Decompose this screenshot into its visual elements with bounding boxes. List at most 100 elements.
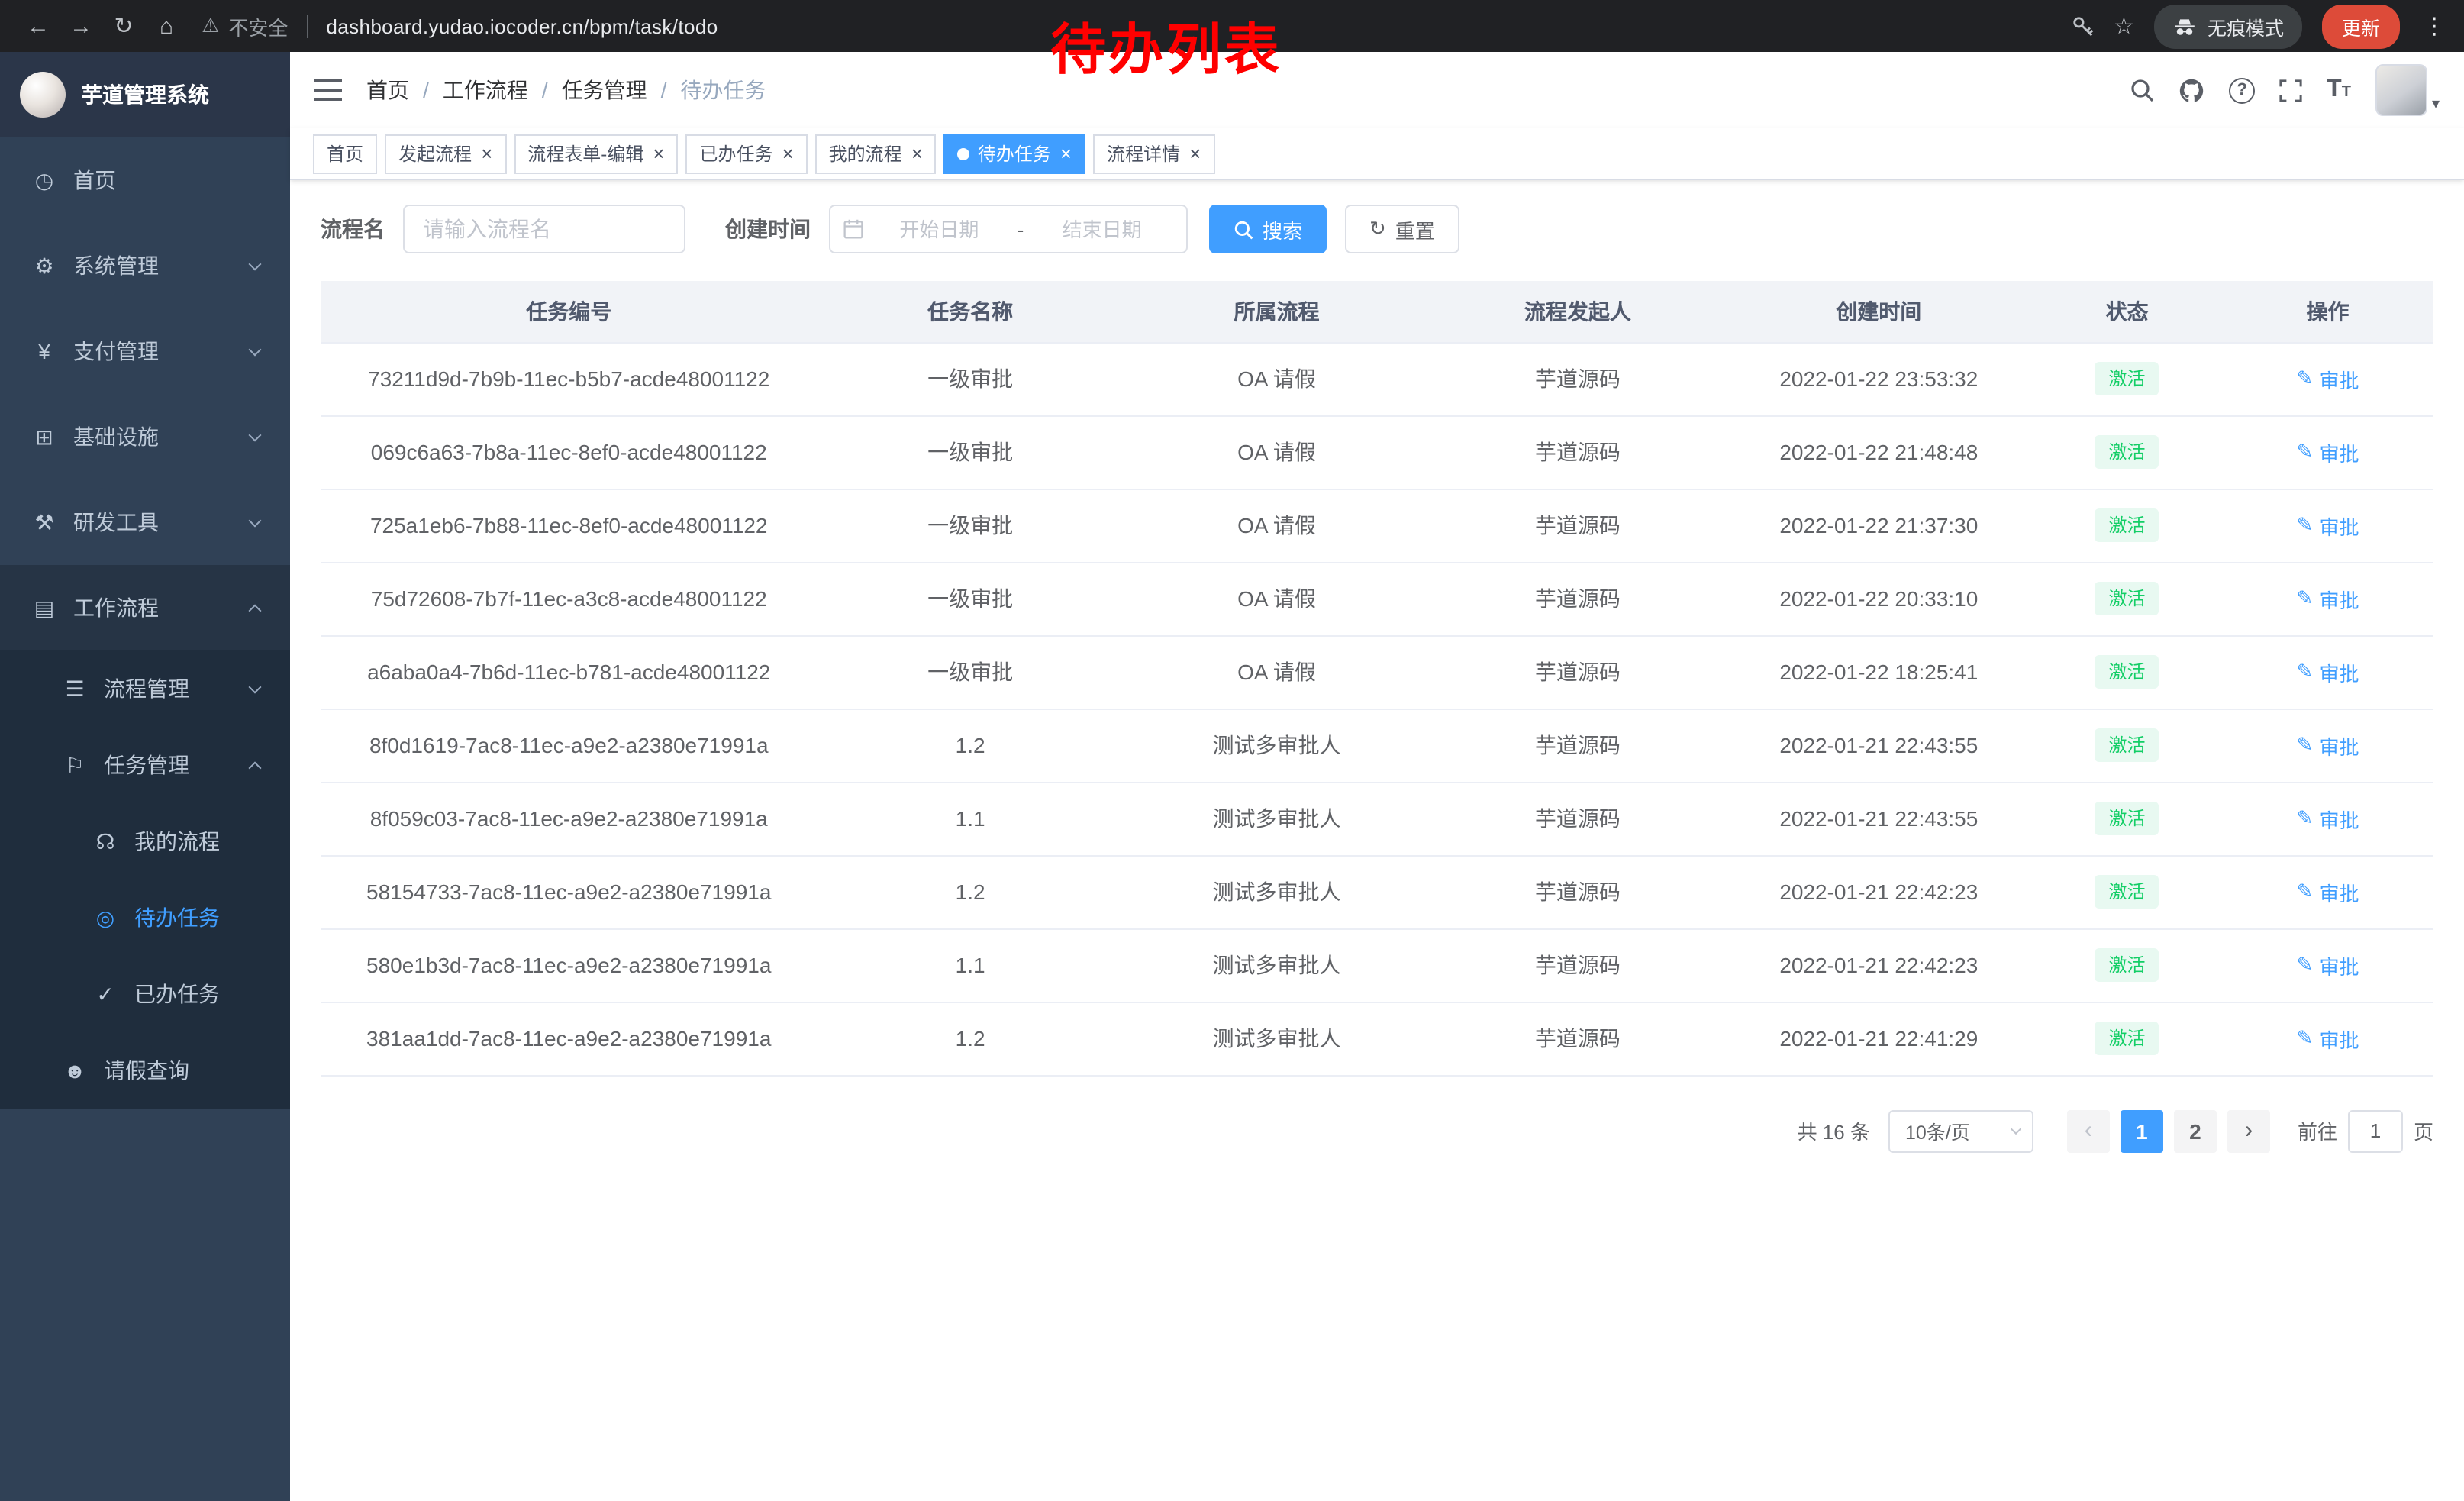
task-name-cell: 一级审批 (817, 562, 1123, 635)
end-date-input[interactable] (1030, 218, 1174, 240)
browser-forward-icon[interactable]: → (61, 6, 101, 46)
column-header-task-id: 任务编号 (321, 281, 817, 342)
close-icon[interactable]: × (911, 144, 923, 163)
approve-button[interactable]: ✎审批 (2297, 731, 2359, 760)
incognito-label: 无痕模式 (2208, 11, 2284, 40)
task-id-cell: 75d72608-7b7f-11ec-a3c8-acde48001122 (321, 562, 817, 635)
close-icon[interactable]: × (481, 144, 492, 163)
my-process-icon: ☊ (92, 828, 119, 854)
sidebar-item-task-management[interactable]: ⚐ 任务管理 (0, 727, 290, 803)
user-avatar[interactable]: ▾ (2375, 64, 2440, 116)
approve-button[interactable]: ✎审批 (2297, 804, 2359, 833)
edit-icon: ✎ (2297, 733, 2314, 757)
process-name-input[interactable] (403, 205, 685, 253)
sidebar-item-label: 流程管理 (104, 673, 189, 704)
sidebar-item-my-process[interactable]: ☊ 我的流程 (0, 803, 290, 880)
approve-button[interactable]: ✎审批 (2297, 951, 2359, 980)
sidebar-item-process-management[interactable]: ☰ 流程管理 (0, 650, 290, 727)
dashboard-icon: ◷ (31, 167, 58, 193)
goto-page-input[interactable] (2348, 1109, 2403, 1152)
bookmark-star-icon[interactable]: ☆ (2114, 12, 2134, 40)
status-badge: 激活 (2095, 434, 2159, 470)
edit-icon: ✎ (2297, 880, 2314, 904)
close-icon[interactable]: × (653, 144, 664, 163)
tab-todo-task[interactable]: 待办任务 × (944, 134, 1085, 173)
search-button[interactable]: 搜索 (1209, 205, 1327, 253)
update-button[interactable]: 更新 (2322, 4, 2400, 48)
help-icon[interactable]: ? (2229, 77, 2255, 103)
initiator-cell: 芋道源码 (1430, 342, 1726, 415)
date-range-picker[interactable]: - (829, 205, 1188, 253)
approve-button[interactable]: ✎审批 (2297, 437, 2359, 466)
gear-icon: ⚙ (31, 253, 58, 279)
sidebar-item-infrastructure[interactable]: ⊞ 基础设施 (0, 394, 290, 479)
prev-page-button[interactable]: ‹ (2067, 1109, 2110, 1152)
sidebar-item-payment-management[interactable]: ¥ 支付管理 (0, 308, 290, 394)
sidebar-toggle-icon[interactable] (314, 79, 342, 101)
browser-back-icon[interactable]: ← (18, 6, 58, 46)
tab-done-task[interactable]: 已办任务 × (685, 134, 807, 173)
process-cell: OA 请假 (1124, 342, 1430, 415)
next-page-button[interactable]: › (2227, 1109, 2270, 1152)
logo-avatar (20, 72, 66, 118)
password-key-icon[interactable] (2071, 15, 2094, 37)
page-size-select[interactable]: 10条/页 (1888, 1109, 2033, 1152)
tab-home[interactable]: 首页 (313, 134, 377, 173)
browser-home-icon[interactable]: ⌂ (147, 6, 186, 46)
sidebar-item-label: 基础设施 (73, 421, 159, 452)
sidebar-item-home[interactable]: ◷ 首页 (0, 137, 290, 223)
tab-process-form-edit[interactable]: 流程表单-编辑 × (514, 134, 678, 173)
tab-start-process[interactable]: 发起流程 × (385, 134, 506, 173)
page-button-2[interactable]: 2 (2174, 1109, 2217, 1152)
approve-button[interactable]: ✎审批 (2297, 511, 2359, 540)
sidebar-item-workflow[interactable]: ▤ 工作流程 (0, 565, 290, 650)
approve-button[interactable]: ✎审批 (2297, 364, 2359, 393)
app-logo[interactable]: 芋道管理系统 (0, 52, 290, 137)
initiator-cell: 芋道源码 (1430, 489, 1726, 562)
task-id-cell: 8f059c03-7ac8-11ec-a9e2-a2380e71991a (321, 782, 817, 855)
sidebar-item-system-management[interactable]: ⚙ 系统管理 (0, 223, 290, 308)
approve-button[interactable]: ✎审批 (2297, 584, 2359, 613)
sidebar-item-done-task[interactable]: ✓ 已办任务 (0, 956, 290, 1032)
font-size-icon[interactable]: TT (2327, 78, 2351, 102)
sidebar-item-dev-tools[interactable]: ⚒ 研发工具 (0, 479, 290, 565)
goto-label: 前往 (2298, 1116, 2337, 1145)
search-icon[interactable] (2130, 78, 2154, 102)
fullscreen-icon[interactable] (2279, 79, 2302, 102)
browser-menu-icon[interactable]: ⋮ (2423, 12, 2446, 40)
browser-reload-icon[interactable]: ↻ (104, 6, 144, 46)
initiator-cell: 芋道源码 (1430, 709, 1726, 782)
address-bar[interactable]: dashboard.yudao.iocoder.cn/bpm/task/todo (326, 15, 718, 37)
process-cell: 测试多审批人 (1124, 855, 1430, 928)
github-icon[interactable] (2179, 77, 2204, 103)
tab-process-detail[interactable]: 流程详情 × (1093, 134, 1214, 173)
edit-icon: ✎ (2297, 660, 2314, 684)
chevron-down-icon (249, 343, 262, 356)
start-date-input[interactable] (867, 218, 1011, 240)
close-icon[interactable]: × (1189, 144, 1201, 163)
breadcrumb-workflow[interactable]: 工作流程 (443, 75, 528, 105)
tab-my-process[interactable]: 我的流程 × (815, 134, 937, 173)
approve-button[interactable]: ✎审批 (2297, 877, 2359, 906)
security-indicator[interactable]: ⚠ 不安全 (202, 11, 288, 40)
sidebar-item-todo-task[interactable]: ◎ 待办任务 (0, 880, 290, 956)
table-row: 069c6a63-7b8a-11ec-8ef0-acde48001122 一级审… (321, 415, 2433, 489)
close-icon[interactable]: × (1060, 144, 1072, 163)
reset-button[interactable]: ↻ 重置 (1345, 205, 1459, 253)
sidebar-item-label: 首页 (73, 165, 116, 195)
chevron-up-icon (249, 761, 262, 774)
close-icon[interactable]: × (782, 144, 793, 163)
breadcrumb: 首页 / 工作流程 / 任务管理 / 待办任务 (366, 75, 766, 105)
page-button-1[interactable]: 1 (2121, 1109, 2163, 1152)
chevron-up-icon (249, 604, 262, 617)
table-row: 73211d9d-7b9b-11ec-b5b7-acde48001122 一级审… (321, 342, 2433, 415)
breadcrumb-task-management[interactable]: 任务管理 (562, 75, 647, 105)
breadcrumb-home[interactable]: 首页 (366, 75, 409, 105)
table-row: 75d72608-7b7f-11ec-a3c8-acde48001122 一级审… (321, 562, 2433, 635)
sidebar-item-leave-query[interactable]: ☻ 请假查询 (0, 1032, 290, 1109)
approve-button[interactable]: ✎审批 (2297, 1024, 2359, 1053)
process-cell: 测试多审批人 (1124, 1002, 1430, 1075)
task-name-cell: 1.1 (817, 782, 1123, 855)
approve-button[interactable]: ✎审批 (2297, 657, 2359, 686)
column-header-task-name: 任务名称 (817, 281, 1123, 342)
